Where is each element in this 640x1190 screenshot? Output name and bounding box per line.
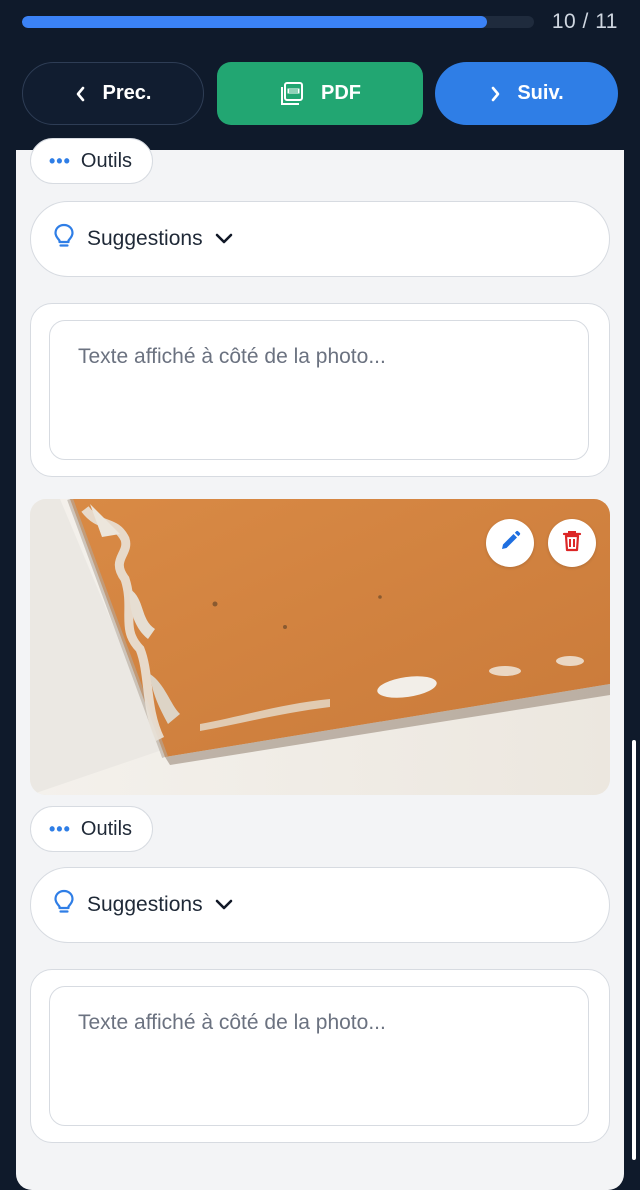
more-horizontal-icon: •••: [49, 818, 71, 839]
caption-input[interactable]: Texte affiché à côté de la photo...: [49, 320, 589, 460]
progress-bar: [22, 16, 534, 28]
pencil-icon: [499, 530, 521, 557]
tools-button-label: Outils: [80, 149, 133, 172]
lightbulb-icon: [53, 889, 75, 921]
more-horizontal-icon: •••: [49, 150, 71, 171]
next-button-label: Suiv.: [517, 82, 564, 104]
progress-bar-fill: [22, 16, 488, 28]
previous-button-label: Prec.: [102, 82, 152, 104]
pdf-button[interactable]: PDF: [217, 62, 423, 125]
chevron-down-icon: [215, 893, 233, 917]
caption-card: Texte affiché à côté de la photo...: [30, 303, 610, 477]
tools-button[interactable]: ••• Outils: [30, 806, 154, 852]
pdf-button-label: PDF: [321, 82, 361, 104]
tools-button-label: Outils: [80, 817, 133, 840]
lightbulb-icon: [53, 223, 75, 255]
suggestions-dropdown[interactable]: Suggestions: [30, 867, 610, 943]
tools-button[interactable]: ••• Outils: [30, 138, 154, 184]
photo-actions: [486, 519, 596, 567]
scrollbar[interactable]: [632, 740, 636, 1160]
suggestions-label: Suggestions: [87, 227, 203, 250]
edit-photo-button[interactable]: [486, 519, 534, 567]
progress-counter: 10 / 11: [551, 10, 618, 33]
chevron-down-icon: [215, 227, 233, 251]
suggestions-dropdown[interactable]: Suggestions: [30, 201, 610, 277]
delete-photo-button[interactable]: [548, 519, 596, 567]
chevron-right-icon: [489, 86, 501, 102]
trash-icon: [562, 530, 582, 557]
previous-button[interactable]: Prec.: [22, 62, 204, 125]
caption-input[interactable]: Texte affiché à côté de la photo...: [49, 986, 589, 1126]
photo[interactable]: [30, 499, 610, 795]
photo-editor-panel: ••• Outils Suggestions Texte affiché à c…: [16, 138, 624, 1190]
chevron-left-icon: [75, 86, 87, 102]
top-bar: 10 / 11 Prec. PDF Suiv.: [0, 0, 640, 150]
suggestions-label: Suggestions: [87, 893, 203, 916]
caption-card: Texte affiché à côté de la photo...: [30, 969, 610, 1143]
pdf-file-icon: [279, 81, 305, 107]
next-button[interactable]: Suiv.: [435, 62, 618, 125]
